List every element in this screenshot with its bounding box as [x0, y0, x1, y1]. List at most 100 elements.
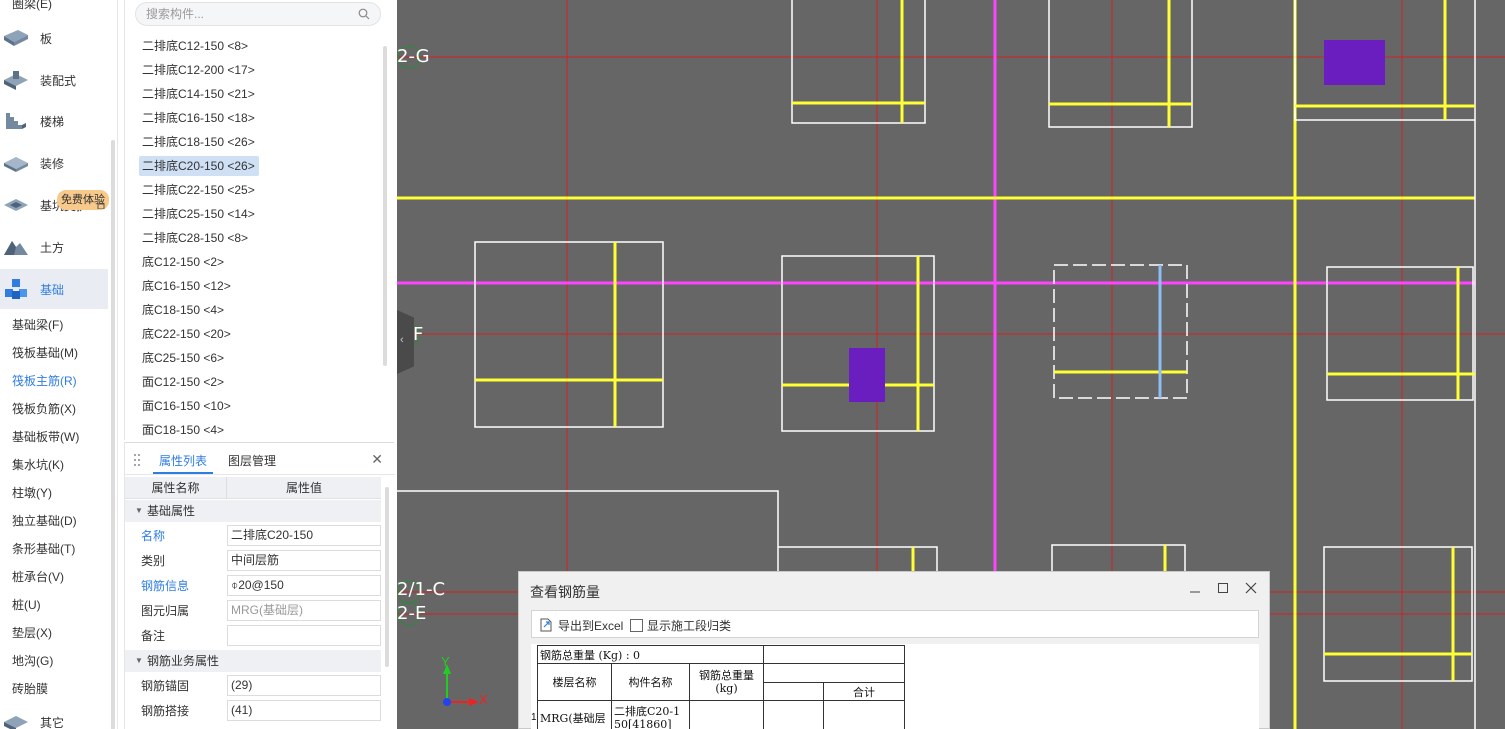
sub-item-strip-foundation[interactable]: 条形基础(T)	[12, 539, 75, 559]
category-foundation[interactable]: 基础	[0, 269, 108, 309]
tab-property-list[interactable]: 属性列表	[159, 452, 207, 469]
category-earthwork[interactable]: 土方	[0, 227, 108, 267]
close-icon[interactable]: ✕	[371, 451, 383, 468]
prefab-icon	[4, 71, 28, 90]
property-value-name[interactable]: 二排底C20-150	[227, 525, 381, 546]
axis-label-F: F	[413, 324, 424, 345]
component-item[interactable]: 二排底C14-150 <21>	[139, 84, 255, 104]
header-total-weight: 钢筋总重量 (kg)	[689, 663, 764, 701]
component-item[interactable]: 二排底C12-200 <17>	[139, 60, 255, 80]
component-item[interactable]: 底C18-150 <4>	[139, 300, 224, 320]
component-item[interactable]: 二排底C22-150 <25>	[139, 180, 255, 200]
component-item[interactable]: 二排底C25-150 <14>	[139, 204, 255, 224]
component-search	[135, 2, 381, 26]
sub-item-foundation-beam[interactable]: 基础梁(F)	[12, 315, 63, 335]
component-item[interactable]: 面C18-150 <4>	[139, 420, 224, 440]
component-panel: 二排底C12-150 <8> 二排底C12-200 <17> 二排底C14-15…	[124, 0, 394, 440]
category-scrollbar[interactable]	[111, 140, 115, 729]
collapse-triangle-icon: ▼	[135, 656, 143, 665]
property-value-type[interactable]: 中间层筋	[227, 550, 381, 571]
properties-tabs: 属性列表 图层管理 ✕	[125, 443, 395, 475]
property-row-remark: 备注	[125, 623, 381, 648]
group-basic-properties[interactable]: ▼ 基础属性	[125, 500, 381, 522]
category-stair[interactable]: 楼梯	[0, 101, 108, 141]
property-row-belongs-to: 图元归属 MRG(基础层)	[125, 598, 381, 623]
pit-support-icon	[4, 199, 28, 211]
maximize-icon[interactable]	[1215, 580, 1231, 596]
category-decoration[interactable]: 装修	[0, 143, 108, 183]
group-rebar-properties[interactable]: ▼ 钢筋业务属性	[125, 650, 381, 672]
component-item[interactable]: 底C22-150 <20>	[139, 324, 231, 344]
rebar-table-area: 钢筋总重量 (Kg) : 0 楼层名称 构件名称 钢筋总重量 (kg) 合计 M…	[531, 644, 1259, 729]
property-row-anchorage: 钢筋锚固 (29)	[125, 673, 381, 698]
component-item[interactable]: 二排底C16-150 <18>	[139, 108, 255, 128]
component-item[interactable]: 面C12-150 <2>	[139, 372, 224, 392]
tab-layer-management[interactable]: 图层管理	[228, 452, 276, 469]
category-item-ring-beam[interactable]: 圈梁(E)	[12, 0, 52, 14]
property-value-belongs-to: MRG(基础层)	[227, 600, 381, 621]
column-header-name: 属性名称	[125, 477, 227, 498]
property-row-name: 名称 二排底C20-150	[125, 523, 381, 548]
component-item-selected[interactable]: 二排底C20-150 <26>	[139, 156, 259, 176]
earthwork-icon	[4, 241, 28, 255]
drag-grip-icon[interactable]	[133, 453, 141, 467]
sub-item-isolated-foundation[interactable]: 独立基础(D)	[12, 511, 77, 531]
sub-item-cushion[interactable]: 垫层(X)	[12, 623, 52, 643]
axis-label-2G: 2-G	[397, 46, 430, 67]
axis-label-2-1C: 2/1-C	[397, 579, 446, 600]
sub-item-column-pier[interactable]: 柱墩(Y)	[12, 483, 52, 503]
property-value-anchorage[interactable]: (29)	[227, 675, 381, 696]
sub-item-trench[interactable]: 地沟(G)	[12, 651, 53, 671]
export-icon	[540, 618, 552, 632]
export-excel-button[interactable]: 导出到Excel	[538, 615, 623, 635]
properties-scrollbar[interactable]	[385, 487, 389, 667]
sub-item-raft-negative-rebar[interactable]: 筏板负筋(X)	[12, 399, 76, 419]
close-icon[interactable]	[1243, 580, 1259, 596]
property-value-rebar-info[interactable]: ⌽20@150	[227, 575, 381, 596]
cell-component: 二排底C20-1 50[41860]	[611, 700, 690, 729]
collapse-triangle-icon: ▼	[135, 506, 143, 515]
lock-icon	[97, 201, 105, 209]
coordinate-axes	[443, 664, 479, 706]
sub-item-raft-main-rebar[interactable]: 筏板主筋(R)	[12, 371, 77, 391]
sub-item-raft-foundation[interactable]: 筏板基础(M)	[12, 343, 78, 363]
chevron-left-icon: ‹	[400, 334, 404, 346]
sub-item-pile-cap[interactable]: 桩承台(V)	[12, 567, 64, 587]
category-prefab[interactable]: 装配式	[0, 60, 108, 100]
total-weight-cell: 钢筋总重量 (Kg) : 0	[537, 645, 764, 664]
category-slab[interactable]: 板	[0, 18, 108, 58]
checkbox-box[interactable]	[630, 618, 643, 632]
sub-item-brick-mold[interactable]: 砖胎膜	[12, 679, 48, 699]
component-item[interactable]: 二排底C28-150 <8>	[139, 228, 248, 248]
component-item[interactable]: 二排底C12-150 <8>	[139, 36, 248, 56]
cell-floor: MRG(基础层	[537, 700, 612, 729]
sub-item-pile[interactable]: 桩(U)	[12, 595, 41, 615]
minimize-icon[interactable]	[1187, 580, 1203, 596]
search-icon[interactable]	[358, 8, 370, 20]
stair-icon	[6, 113, 26, 129]
sub-item-sump-pit[interactable]: 集水坑(K)	[12, 455, 64, 475]
component-item[interactable]: 二排底C18-150 <26>	[139, 132, 255, 152]
rebar-quantity-table: 钢筋总重量 (Kg) : 0 楼层名称 构件名称 钢筋总重量 (kg) 合计 M…	[537, 645, 905, 729]
purple-region	[849, 348, 885, 402]
axis-x-label: X	[479, 692, 488, 707]
show-phase-checkbox[interactable]: 显示施工段归类	[630, 616, 731, 634]
search-input[interactable]	[146, 5, 356, 23]
sub-item-foundation-strip[interactable]: 基础板带(W)	[12, 427, 79, 447]
panel-collapse-toggle[interactable]: ‹	[397, 310, 414, 374]
component-item[interactable]: 底C12-150 <2>	[139, 252, 224, 272]
property-table-header: 属性名称 属性值	[125, 477, 381, 499]
component-scrollbar[interactable]	[383, 46, 387, 366]
decoration-icon	[4, 157, 28, 172]
component-item[interactable]: 底C25-150 <6>	[139, 348, 224, 368]
other-icon	[4, 716, 28, 729]
component-item[interactable]: 底C16-150 <12>	[139, 276, 231, 296]
property-value-remark[interactable]	[227, 625, 381, 646]
axis-label-2E: 2-E	[397, 603, 427, 624]
category-other[interactable]: 其它	[0, 702, 108, 729]
property-value-lap[interactable]: (41)	[227, 700, 381, 721]
row-index: 1	[531, 712, 537, 723]
dialog-title: 查看钢筋量	[530, 584, 600, 600]
component-item[interactable]: 面C16-150 <10>	[139, 396, 231, 416]
column-header-value: 属性值	[285, 481, 322, 495]
